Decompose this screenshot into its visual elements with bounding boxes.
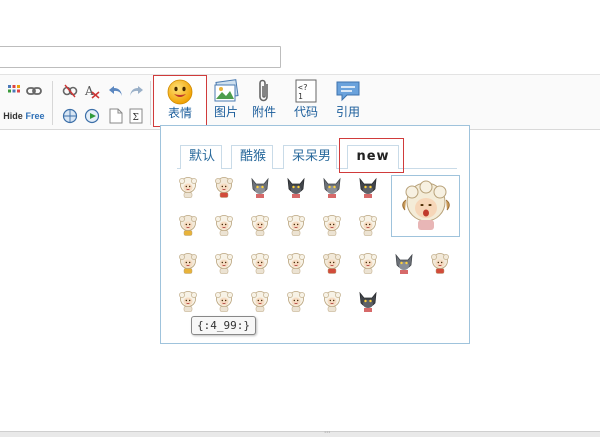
code-button[interactable]: <? 1 代码: [286, 78, 326, 126]
emoji-cell[interactable]: [175, 174, 201, 200]
svg-text:1: 1: [298, 92, 303, 101]
sheep-emoji-icon: [179, 253, 197, 274]
emoji-cell[interactable]: [355, 250, 381, 276]
page-icon[interactable]: [108, 108, 124, 124]
emoji-tabs: 默认 酷猴 呆呆男 new: [177, 145, 457, 169]
sheep-emoji-icon: [215, 177, 233, 198]
emoji-cell[interactable]: [211, 174, 237, 200]
emoji-button-label: 表情: [167, 106, 192, 120]
emoji-cell[interactable]: [247, 174, 273, 200]
quote-bubble-icon: [335, 78, 361, 104]
sheep-emoji-icon: [287, 253, 305, 274]
emoji-cell[interactable]: [319, 174, 345, 200]
sheep-emoji-icon: [323, 215, 341, 236]
code-icon: <? 1: [293, 78, 319, 104]
sheep-emoji-icon: [431, 253, 449, 274]
emoji-tooltip: {:4_99:}: [191, 316, 256, 335]
emoji-cell[interactable]: [283, 288, 309, 314]
resize-grip-icon[interactable]: ⋯: [324, 430, 334, 436]
image-button[interactable]: 图片: [206, 78, 246, 126]
emoji-cell[interactable]: [211, 250, 237, 276]
wolf-emoji-icon: [395, 253, 413, 274]
quote-button-label: 引用: [335, 105, 360, 119]
tab-cool-monkey[interactable]: 酷猴: [231, 145, 273, 169]
image-button-label: 图片: [213, 105, 238, 119]
emoji-cell[interactable]: [247, 250, 273, 276]
image-icon: [213, 78, 239, 104]
emoji-cell[interactable]: [283, 250, 309, 276]
sheep-emoji-icon: [179, 215, 197, 236]
emoji-cell[interactable]: [283, 212, 309, 238]
sheep-emoji-icon: [179, 291, 197, 312]
attachment-button[interactable]: 附件: [244, 78, 284, 126]
sheep-emoji-icon: [359, 253, 377, 274]
sheep-emoji-icon: [179, 177, 197, 198]
sheep-emoji-icon: [251, 215, 269, 236]
sheep-emoji-icon: [323, 253, 341, 274]
status-bar: [0, 431, 600, 437]
emoji-cell[interactable]: [355, 174, 381, 200]
emoji-cell[interactable]: [391, 250, 417, 276]
emoji-button[interactable]: 表情: [153, 75, 207, 127]
sheep-emoji-icon: [323, 291, 341, 312]
sheep-emoji-icon: [251, 253, 269, 274]
sheep-emoji-icon: [215, 215, 233, 236]
grid-icon[interactable]: [6, 83, 22, 99]
code-button-label: 代码: [293, 105, 318, 119]
free-icon[interactable]: Free: [25, 108, 45, 124]
svg-text:A: A: [84, 84, 94, 98]
emoji-cell[interactable]: [355, 212, 381, 238]
svg-text:Σ: Σ: [133, 113, 139, 123]
tab-highlight-box: [339, 138, 404, 173]
wolf-emoji-icon: [323, 177, 341, 198]
wolf-emoji-icon: [287, 177, 305, 198]
emoji-cell[interactable]: [211, 212, 237, 238]
editor-toolbar: A Hide Free Σ 表情 图片 附件 <? 1 代码 引用: [0, 74, 600, 130]
tab-default[interactable]: 默认: [180, 145, 222, 169]
emoji-cell[interactable]: [427, 250, 453, 276]
quote-button[interactable]: 引用: [328, 78, 368, 126]
wolf-emoji-icon: [251, 177, 269, 198]
wolf-emoji-icon: [359, 177, 377, 198]
undo-icon[interactable]: [108, 83, 124, 99]
sheep-emoji-icon: [215, 291, 233, 312]
emoji-cell[interactable]: [247, 288, 273, 314]
hide-label: Hide: [3, 111, 23, 121]
sheep-emoji-icon: [215, 253, 233, 274]
hide-icon[interactable]: Hide: [2, 108, 24, 124]
emoji-cell[interactable]: [247, 212, 273, 238]
emoji-panel: 默认 酷猴 呆呆男 new {:4_99:}: [160, 125, 470, 344]
sheep-preview-icon: [401, 180, 450, 230]
unlink-icon[interactable]: [62, 83, 78, 99]
title-input[interactable]: [0, 46, 281, 68]
sheep-emoji-icon: [359, 215, 377, 236]
free-label: Free: [25, 111, 45, 121]
emoji-cell[interactable]: [175, 250, 201, 276]
sheep-emoji-icon: [251, 291, 269, 312]
emoji-cell[interactable]: [355, 288, 381, 314]
sheep-emoji-icon: [287, 215, 305, 236]
emoji-cell[interactable]: [319, 212, 345, 238]
emoji-cell[interactable]: [319, 288, 345, 314]
globe-icon[interactable]: [62, 108, 78, 124]
wolf-emoji-icon: [359, 291, 377, 312]
emoji-cell[interactable]: [319, 250, 345, 276]
sheep-emoji-icon: [287, 291, 305, 312]
redo-icon[interactable]: [128, 83, 144, 99]
clear-format-icon[interactable]: A: [84, 83, 100, 99]
emoji-cell[interactable]: [175, 212, 201, 238]
tab-daidainan[interactable]: 呆呆男: [283, 145, 337, 169]
emoji-cell[interactable]: [175, 288, 201, 314]
emoji-cell[interactable]: [211, 288, 237, 314]
sum-icon[interactable]: Σ: [128, 108, 144, 124]
link-icon[interactable]: [26, 83, 42, 99]
media-play-icon[interactable]: [84, 108, 100, 124]
svg-text:<?: <?: [298, 83, 308, 92]
emoji-preview: [391, 175, 460, 237]
smiley-face-icon: [167, 79, 193, 105]
emoji-cell[interactable]: [283, 174, 309, 200]
paperclip-icon: [251, 78, 277, 104]
attachment-button-label: 附件: [251, 105, 276, 119]
